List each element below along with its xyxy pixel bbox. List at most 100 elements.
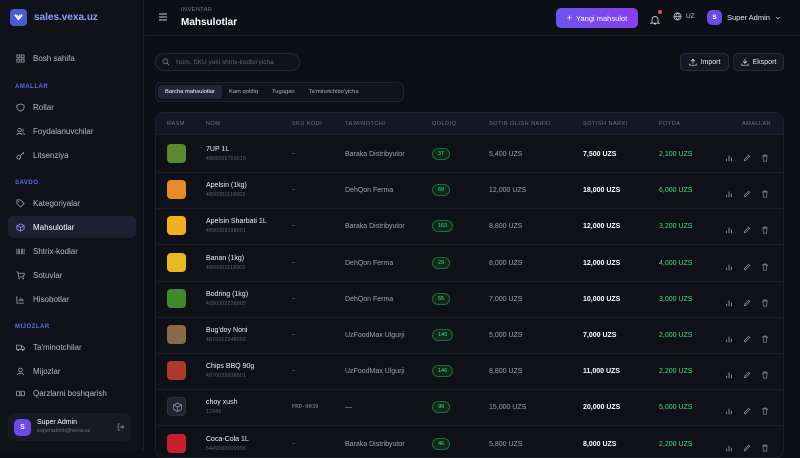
table-row[interactable]: Apelsin (1kg) 4890001118003 — DehQon Ferma 6… [156,172,783,210]
search-input[interactable] [176,58,291,66]
table-row[interactable]: 7UP 1L 4868096700015 — Baraka Distribyutor 3… [156,136,783,173]
money-icon [16,390,25,396]
plus-icon: + [566,12,573,23]
edit-icon[interactable] [743,221,751,234]
stats-icon[interactable] [725,330,733,343]
export-button[interactable]: Eksport [733,53,784,71]
column-header[interactable]: SKU KODI [292,121,322,127]
search-box[interactable] [155,53,300,71]
supplier-name: UzFoodMax Ulgurji [345,368,405,376]
product-name[interactable]: Bug'doy Noni [206,327,247,334]
trash-icon[interactable] [761,258,769,271]
product-name[interactable]: Apelsin (1kg) [206,182,247,189]
column-header[interactable]: SOTISH NARXI [583,121,628,127]
product-name[interactable]: Apelsin Sharbati 1L [206,218,267,225]
sidebar-section-savdo: SAVDO [15,180,39,186]
trash-icon[interactable] [761,402,769,415]
tab-low-stock[interactable]: Kam qoldiq [222,85,265,99]
sidebar-item-hisobotlar[interactable]: Hisobotlar [8,288,136,310]
top-user-menu[interactable]: S Super Admin [707,10,781,25]
sidebar-item-kategoriyalar[interactable]: Kategoriyalar [8,192,136,214]
trash-icon[interactable] [761,294,769,307]
breadcrumb[interactable]: INVENTAR [181,7,212,13]
tab-all-products[interactable]: Barcha mahsulotlar [158,85,222,99]
stock-badge: 55 [432,292,451,305]
sidebar-item-bosh-sahifa[interactable]: Bosh sahifa [8,47,136,69]
stats-icon[interactable] [725,439,733,451]
trash-icon[interactable] [761,221,769,234]
trash-icon[interactable] [761,149,769,162]
stats-icon[interactable] [725,294,733,306]
column-header[interactable]: NOM [206,121,220,127]
sidebar-item-litsenziya[interactable]: Litsenziya [8,144,136,166]
table-header: RASM NOM SKU KODI TA'MINOTCHI QOLDIQ SOT… [156,113,783,135]
edit-icon[interactable] [743,402,751,415]
product-name[interactable]: Chips BBQ 90g [206,363,254,370]
table-row[interactable]: choy xush 12345 PRD-0039 — 99 15,000 UZS 20,00… [156,389,783,427]
trash-icon[interactable] [761,185,769,198]
trash-icon[interactable] [761,330,769,343]
product-barcode: 4890002228005 [206,300,247,307]
product-image [167,288,186,308]
language-switcher[interactable]: UZ [673,12,695,21]
table-row[interactable]: Coca-Cola 1L 5449000000996 — Baraka Distrib… [156,426,783,457]
sidebar-item-rollar[interactable]: Rollar [8,96,136,118]
product-barcode: 4870012348002 [206,337,247,343]
logout-icon[interactable] [117,423,125,431]
sidebar-user-card[interactable]: S Super Admin superadmin@vexa.uz [8,413,131,441]
edit-icon[interactable] [743,185,751,198]
row-actions [725,258,769,271]
sidebar-item-qarzlar[interactable]: Qarzlarni boshqarish [8,382,136,404]
sidebar-section-mijozlar: MIJOZLAR [15,324,50,330]
sale-price: 8,000 UZS [583,440,617,448]
product-name[interactable]: Coca-Cola 1L [206,436,249,443]
column-header[interactable]: FOYDA [659,121,680,127]
tab-out-of-stock[interactable]: Tugagan [265,85,302,99]
column-header[interactable]: SOTIB OLISH NARXI [489,121,550,127]
sidebar-item-foydalanuvchilar[interactable]: Foydalanuvchilar [8,120,136,142]
topbar: INVENTAR Mahsulotlar + Yangi mahsulot UZ… [145,0,800,36]
stats-icon[interactable] [725,149,733,162]
table-row[interactable]: Bodring (1kg) 4890002228005 — DehQon Ferma 5… [156,281,783,318]
stats-icon[interactable] [725,366,733,379]
edit-icon[interactable] [743,439,751,451]
column-header[interactable]: QOLDIQ [432,121,456,127]
new-product-button[interactable]: + Yangi mahsulot [556,8,638,28]
stats-icon[interactable] [725,221,733,234]
stats-icon[interactable] [725,402,733,415]
sidebar-item-label: Qarzlarni boshqarish [33,388,107,398]
brand[interactable]: sales.vexa.uz [10,9,98,26]
notifications-button[interactable] [649,10,662,30]
edit-icon[interactable] [743,294,751,307]
truck-icon [16,344,25,351]
stats-icon[interactable] [725,258,733,270]
tab-by-supplier[interactable]: Ta'minotchibo'yicha [302,85,366,99]
table-row[interactable]: Banan (1kg) 4890001118002 — DehQon Ferma 29 8… [156,245,783,282]
edit-icon[interactable] [743,366,751,379]
product-name[interactable]: Banan (1kg) [206,255,244,262]
product-barcode: 4868096700015 [206,156,247,162]
edit-icon[interactable] [743,258,751,270]
sku-code: — [292,259,296,266]
product-barcode: 4890008298001 [206,228,247,235]
sidebar-item-sotuvlar[interactable]: Sotuvlar [8,264,136,286]
column-header[interactable]: TA'MINOTCHI [345,121,385,127]
table-row[interactable]: Chips BBQ 90g 4870035038001 — UzFoodMax Ulg… [156,353,783,391]
table-row[interactable]: Bug'doy Noni 4870012348002 — UzFoodMax Ulgu… [156,317,783,354]
trash-icon[interactable] [761,439,769,452]
edit-icon[interactable] [743,149,751,162]
sidebar-item-mahsulotlar[interactable]: Mahsulotlar [8,216,136,238]
sidebar-item-mijozlar[interactable]: Mijozlar [8,360,136,382]
menu-icon[interactable] [158,12,168,22]
product-name[interactable]: choy xush [206,399,238,406]
stats-icon[interactable] [725,185,733,198]
trash-icon[interactable] [761,366,769,379]
sidebar-item-taminotchilar[interactable]: Ta'minotchilar [8,336,136,358]
product-name[interactable]: 7UP 1L [206,146,229,153]
product-name[interactable]: Bodring (1kg) [206,291,248,298]
edit-icon[interactable] [743,330,751,343]
avatar: S [14,418,31,436]
table-row[interactable]: Apelsin Sharbati 1L 4890008298001 — Baraka … [156,208,783,246]
import-button[interactable]: Import [680,53,729,71]
sidebar-item-shtrix-kodlar[interactable]: Shtrix-kodlar [8,240,136,262]
